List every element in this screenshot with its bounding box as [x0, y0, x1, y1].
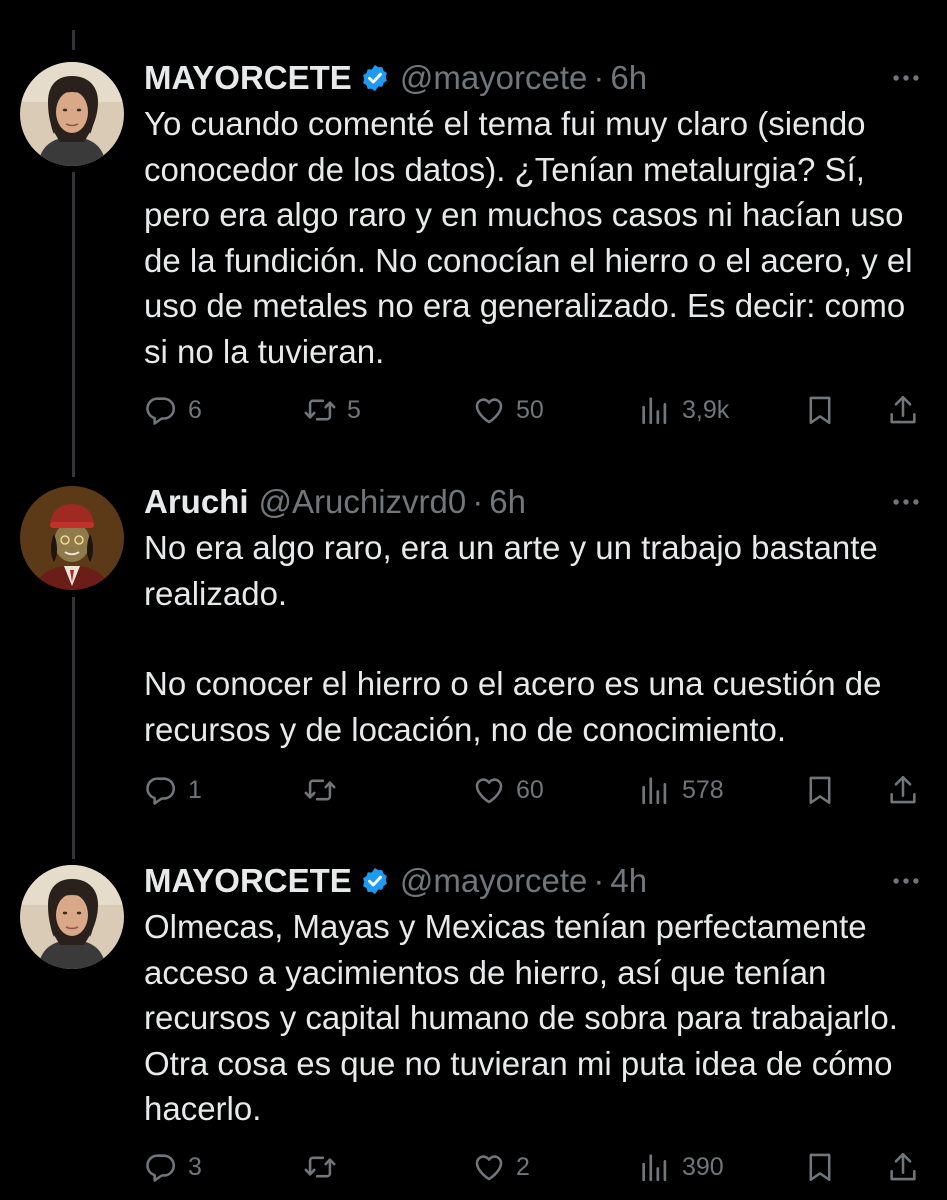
tweet-paragraph: Yo cuando comenté el tema fui muy claro …	[144, 105, 913, 370]
like-button[interactable]: 2	[472, 1147, 530, 1187]
display-name[interactable]: MAYORCETE	[144, 859, 352, 903]
share-icon	[886, 773, 920, 807]
like-icon	[472, 393, 506, 427]
retweet-button[interactable]	[303, 770, 337, 810]
views-button[interactable]: 3,9k	[638, 390, 729, 430]
like-icon	[472, 773, 506, 807]
reply-icon	[144, 393, 178, 427]
tweet-text: Yo cuando comenté el tema fui muy claro …	[144, 101, 923, 374]
user-handle[interactable]: @mayorcete	[400, 859, 588, 903]
separator: ·	[472, 483, 484, 520]
tweet-actions: 3 2 390	[0, 1147, 947, 1187]
views-count: 578	[682, 775, 724, 804]
tweet-paragraph: No conocer el hierro o el acero es una c…	[144, 665, 882, 748]
like-count: 2	[516, 1152, 530, 1181]
man-with-long-hair-avatar-icon	[20, 865, 124, 969]
reply-count: 6	[188, 395, 202, 424]
man-with-long-hair-avatar-icon	[20, 62, 124, 166]
retweet-icon	[303, 1150, 337, 1184]
retweet-button[interactable]: 5	[303, 390, 361, 430]
bookmark-icon	[803, 393, 837, 427]
tweet-header: Aruchi @Aruchizvrd0 · 6h	[144, 480, 923, 524]
views-icon	[638, 1150, 672, 1184]
thread-line-2	[72, 597, 75, 859]
separator: ·	[593, 59, 605, 96]
views-count: 390	[682, 1152, 724, 1181]
bookmark-button[interactable]	[803, 770, 837, 810]
bookmark-icon	[803, 1150, 837, 1184]
more-icon	[889, 485, 923, 519]
views-count: 3,9k	[682, 395, 730, 424]
tweet-actions: 6 5 50 3,9k	[0, 390, 947, 430]
like-icon	[472, 1150, 506, 1184]
more-options-button[interactable]	[883, 480, 923, 524]
reply-icon	[144, 773, 178, 807]
bookmark-button[interactable]	[803, 390, 837, 430]
share-icon	[886, 1150, 920, 1184]
retweet-button[interactable]	[303, 1147, 337, 1187]
display-name[interactable]: MAYORCETE	[144, 56, 352, 100]
verified-badge-icon[interactable]	[360, 63, 390, 93]
tweet-header: MAYORCETE @mayorcete · 6h	[144, 56, 923, 100]
share-button[interactable]	[886, 1147, 920, 1187]
more-options-button[interactable]	[883, 859, 923, 903]
avatar[interactable]	[20, 865, 124, 969]
reply-button[interactable]: 6	[144, 390, 202, 430]
like-count: 60	[516, 775, 544, 804]
more-icon	[889, 864, 923, 898]
avatar[interactable]	[20, 486, 124, 590]
share-icon	[886, 393, 920, 427]
views-icon	[638, 393, 672, 427]
tweet-paragraph: No era algo raro, era un arte y un traba…	[144, 529, 878, 612]
retweet-icon	[303, 773, 337, 807]
reply-icon	[144, 1150, 178, 1184]
timestamp[interactable]: 4h	[610, 859, 647, 903]
retweet-count: 5	[347, 395, 361, 424]
timestamp[interactable]: 6h	[610, 56, 647, 100]
like-button[interactable]: 60	[472, 770, 544, 810]
views-button[interactable]: 578	[638, 770, 724, 810]
more-icon	[889, 61, 923, 95]
thread-line-1	[72, 172, 75, 477]
user-handle[interactable]: @Aruchizvrd0	[259, 480, 467, 524]
avatar[interactable]	[20, 62, 124, 166]
tweet-text: No era algo raro, era un arte y un traba…	[144, 525, 923, 752]
reply-count: 1	[188, 775, 202, 804]
retweet-icon	[303, 393, 337, 427]
share-button[interactable]	[886, 770, 920, 810]
cartoon-character-red-hat-avatar-icon	[20, 486, 124, 590]
like-button[interactable]: 50	[472, 390, 544, 430]
verified-badge-icon[interactable]	[360, 866, 390, 896]
user-handle[interactable]: @mayorcete	[400, 56, 588, 100]
reply-count: 3	[188, 1152, 202, 1181]
timestamp[interactable]: 6h	[489, 480, 526, 524]
tweet-header: MAYORCETE @mayorcete · 4h	[144, 859, 923, 903]
tweet-actions: 1 60 578	[0, 770, 947, 810]
views-button[interactable]: 390	[638, 1147, 724, 1187]
views-icon	[638, 773, 672, 807]
separator: ·	[593, 862, 605, 899]
more-options-button[interactable]	[883, 56, 923, 100]
bookmark-icon	[803, 773, 837, 807]
bookmark-button[interactable]	[803, 1147, 837, 1187]
thread-line-top	[72, 30, 75, 50]
reply-button[interactable]: 3	[144, 1147, 202, 1187]
tweet-text: Olmecas, Mayas y Mexicas tenían perfecta…	[144, 904, 923, 1132]
share-button[interactable]	[886, 390, 920, 430]
display-name[interactable]: Aruchi	[144, 480, 249, 524]
tweet-paragraph: Olmecas, Mayas y Mexicas tenían perfecta…	[144, 908, 898, 1127]
like-count: 50	[516, 395, 544, 424]
reply-button[interactable]: 1	[144, 770, 202, 810]
